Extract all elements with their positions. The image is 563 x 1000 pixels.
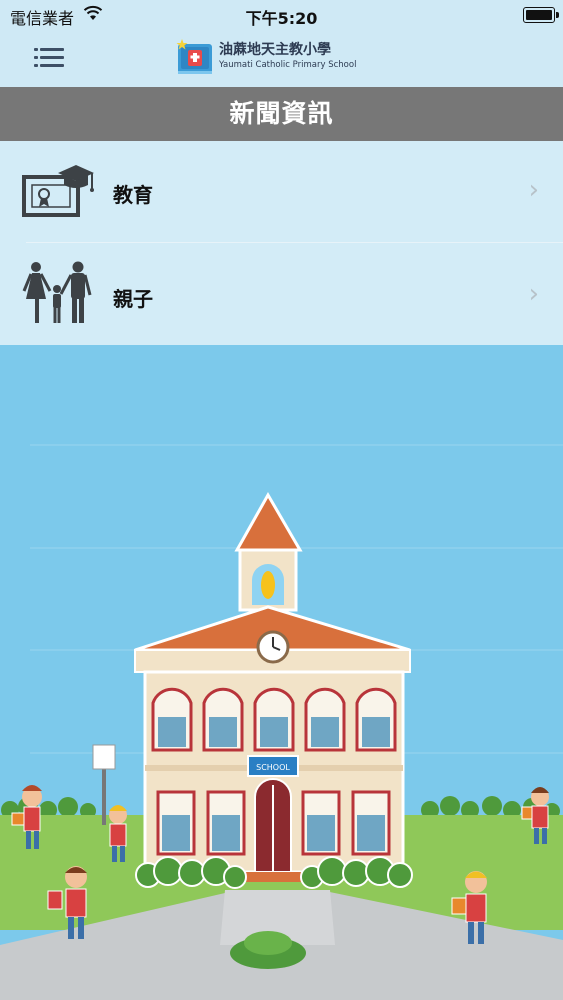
graduation-certificate-icon (22, 165, 94, 217)
school-sign-text: SCHOOL (256, 763, 290, 772)
chevron-right-icon: › (528, 279, 539, 309)
school-logo (176, 39, 212, 74)
school-name: 油蔴地天主教小學 (219, 42, 331, 58)
menu-icon[interactable] (34, 46, 64, 70)
status-bar: 電信業者 下午5:20 (0, 0, 563, 30)
list-item-education[interactable]: 教育 › (0, 141, 563, 243)
list-item-label: 親子 (113, 287, 153, 311)
status-time: 下午5:20 (245, 9, 318, 28)
list-item-parenting[interactable]: 親子 › (0, 243, 563, 345)
chevron-right-icon: › (528, 175, 539, 205)
family-icon (22, 261, 92, 323)
battery-icon (523, 7, 559, 23)
page-title: 新聞資訊 (0, 87, 563, 141)
school-illustration: SCHOOL (0, 345, 563, 1000)
nav-bar: 油蔴地天主教小學 Yaumati Catholic Primary School (0, 30, 563, 87)
school-name-english: Yaumati Catholic Primary School (219, 60, 357, 70)
category-list: 教育 › 親子 › (0, 141, 563, 345)
list-item-label: 教育 (113, 183, 153, 207)
